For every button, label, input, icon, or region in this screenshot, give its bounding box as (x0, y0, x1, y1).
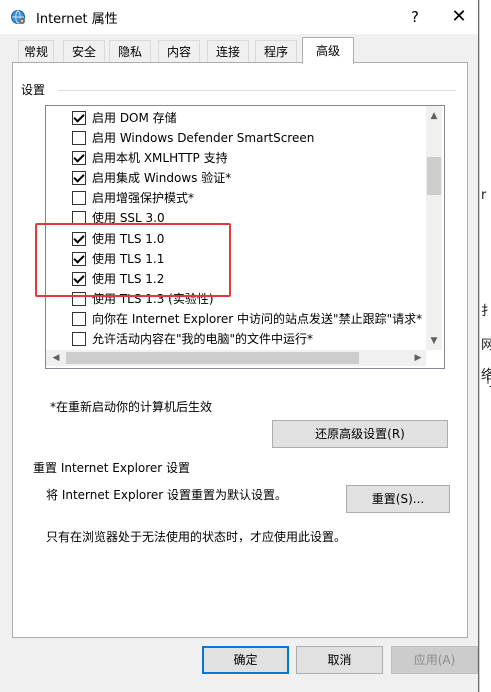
list-item-label: 向你在 Internet Explorer 中访问的站点发送"禁止跟踪"请求* (92, 312, 423, 326)
tls-highlight-box (35, 223, 231, 297)
scroll-up-icon[interactable]: ▲ (426, 108, 442, 124)
list-item-label: 启用 Windows Defender SmartScreen (92, 131, 315, 145)
tab-security[interactable]: 安全 (63, 40, 105, 63)
checkbox[interactable] (72, 111, 86, 125)
window-title: Internet 属性 (36, 12, 118, 27)
reset-note: 只有在浏览器处于无法使用的状态时，才应使用此设置。 (46, 530, 347, 544)
checkbox[interactable] (72, 312, 86, 326)
background-window-text: 网 (481, 338, 491, 353)
list-item-label: 启用 DOM 存储 (92, 111, 177, 125)
list-item-label: 启用本机 XMLHTTP 支持 (92, 151, 228, 165)
checkbox[interactable] (72, 131, 86, 145)
background-window-text: 刂页 (481, 375, 491, 390)
checkbox[interactable] (72, 151, 86, 165)
close-button[interactable]: ✕ (444, 4, 474, 30)
scroll-left-icon[interactable]: ◀ (48, 350, 64, 366)
tab-programs[interactable]: 程序 (255, 40, 297, 63)
restart-note: *在重新启动你的计算机后生效 (50, 400, 213, 414)
tab-connections[interactable]: 连接 (207, 40, 249, 63)
list-item-label: 启用集成 Windows 验证* (92, 171, 232, 185)
ok-button[interactable]: 确定 (202, 646, 289, 674)
settings-group-label: 设置 (21, 83, 46, 97)
reset-description: 将 Internet Explorer 设置重置为默认设置。 (46, 488, 288, 502)
scroll-right-icon[interactable]: ▶ (410, 350, 426, 366)
vertical-scroll-thumb[interactable] (427, 157, 441, 195)
reset-group-label: 重置 Internet Explorer 设置 (33, 461, 191, 475)
horizontal-scroll-thumb[interactable] (66, 352, 359, 364)
tab-advanced[interactable]: 高级 (302, 37, 354, 64)
reset-button[interactable]: 重置(S)... (346, 485, 450, 513)
vertical-scrollbar[interactable] (426, 106, 442, 350)
tab-privacy[interactable]: 隐私 (109, 40, 151, 63)
background-window-text: r (481, 188, 487, 203)
apply-button[interactable]: 应用(A) (391, 646, 478, 674)
list-item-label: 允许活动内容在"我的电脑"的文件中运行* (92, 332, 314, 346)
help-button[interactable]: ? (400, 4, 430, 30)
tab-general[interactable]: 常规 (18, 40, 54, 63)
list-item-label: 启用增强保护模式* (92, 191, 195, 205)
checkbox[interactable] (72, 191, 86, 205)
background-window-text: 扌 (481, 304, 491, 319)
restore-advanced-settings-button[interactable]: 还原高级设置(R) (272, 420, 448, 448)
checkbox[interactable] (72, 171, 86, 185)
tab-content[interactable]: 内容 (158, 40, 200, 63)
internet-options-icon (10, 9, 26, 25)
scroll-down-icon[interactable]: ▼ (426, 333, 442, 349)
cancel-button[interactable]: 取消 (296, 646, 383, 674)
checkbox[interactable] (72, 332, 86, 346)
group-divider (58, 90, 456, 91)
